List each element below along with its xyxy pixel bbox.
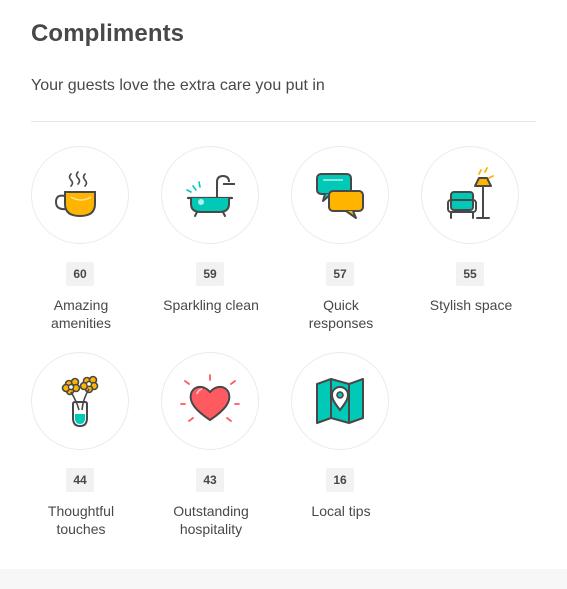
compliment-icon-circle: [291, 146, 389, 244]
compliments-page: Compliments Your guests love the extra c…: [0, 0, 567, 589]
compliment-icon-circle: [291, 352, 389, 450]
compliment-label: Amazing amenities: [51, 297, 111, 331]
tea-cup-icon: [54, 171, 96, 218]
compliment-icon-circle: [31, 146, 129, 244]
compliment-icon-circle: [31, 352, 129, 450]
chat-bubbles-icon: [316, 173, 364, 219]
bathtub-icon: [186, 174, 235, 217]
page-footer-band: [0, 569, 567, 589]
compliment-count: 60: [66, 262, 94, 286]
compliment-label: Thoughtful touches: [47, 503, 115, 537]
compliment-count: 16: [326, 468, 354, 492]
map-pin-icon: [316, 378, 364, 424]
compliment-label: Quick responses: [308, 297, 374, 331]
compliment-icon-circle: [421, 146, 519, 244]
heart-icon: [180, 374, 240, 422]
compliment-icon-circle: [161, 146, 259, 244]
chair-lamp-icon: [447, 167, 494, 219]
compliment-label: Outstanding hospitality: [173, 503, 249, 537]
compliment-count: 44: [66, 468, 94, 492]
compliment-icon-circle: [161, 352, 259, 450]
compliment-count: 43: [196, 468, 224, 492]
compliment-label: Local tips: [311, 503, 371, 519]
compliment-label: Stylish space: [429, 297, 513, 313]
compliment-count: 55: [456, 262, 484, 286]
flowers-vase-icon: [61, 375, 99, 428]
compliment-count: 57: [326, 262, 354, 286]
compliments-grid: 60 Amazing amenities 59 Sparkling clean: [0, 0, 567, 589]
compliment-label: Sparkling clean: [163, 297, 259, 313]
compliment-count: 59: [196, 262, 224, 286]
